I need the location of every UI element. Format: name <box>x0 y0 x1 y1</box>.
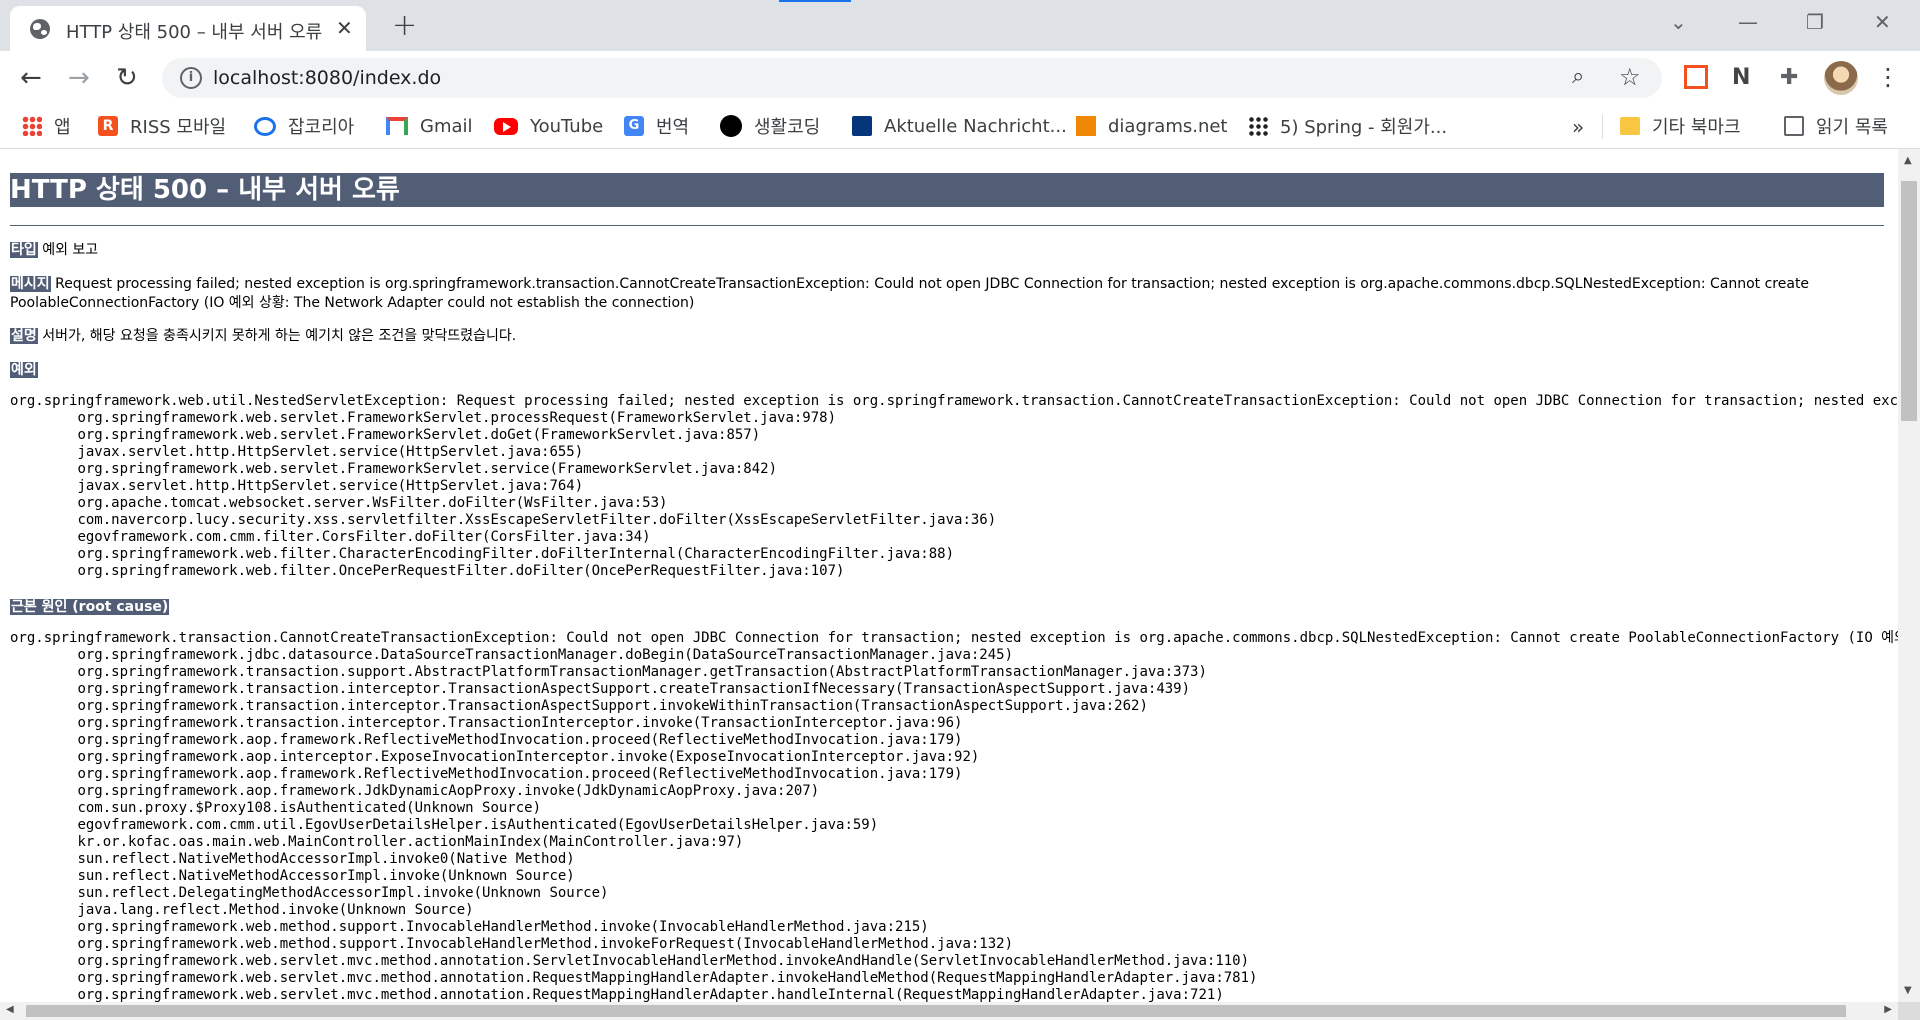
scroll-up-icon[interactable]: ▲ <box>1904 155 1912 166</box>
reading-list-icon <box>1784 116 1804 136</box>
exception-stack-trace: org.springframework.web.util.NestedServl… <box>10 393 1898 579</box>
new-tab-button[interactable]: + <box>392 8 417 43</box>
tab-search-icon[interactable]: ⌄ <box>1670 10 1687 34</box>
message-row: 메시지 Request processing failed; nested ex… <box>10 275 1884 313</box>
diagrams-icon <box>1076 116 1096 136</box>
globe-icon <box>30 19 50 39</box>
root-cause-heading: 근본 원인 (root cause) <box>10 598 170 617</box>
url-text[interactable]: localhost:8080/index.do <box>213 67 441 89</box>
scroll-right-icon[interactable]: ▶ <box>1884 1004 1892 1015</box>
reading-list-button[interactable]: 읽기 목록 <box>1784 113 1888 139</box>
type-row: 타입 예외 보고 <box>10 241 1884 260</box>
message-value: Request processing failed; nested except… <box>10 276 1810 311</box>
tab-active[interactable]: HTTP 상태 500 – 내부 서버 오류 ✕ <box>10 6 366 51</box>
back-button[interactable]: ← <box>20 63 42 93</box>
tab-strip: HTTP 상태 500 – 내부 서버 오류 ✕ + ⌄ — ❐ ✕ <box>0 0 1920 51</box>
bookmark-dw[interactable]: Aktuelle Nachricht... <box>852 113 1067 139</box>
page-content: HTTP 상태 500 – 내부 서버 오류 타입 예외 보고 메시지 Requ… <box>0 149 1898 1002</box>
horizontal-scroll-thumb[interactable] <box>26 1005 1846 1017</box>
scroll-left-icon[interactable]: ◀ <box>6 1004 14 1015</box>
youtube-icon <box>494 117 518 135</box>
horizontal-scrollbar[interactable]: ◀ ▶ <box>0 1002 1898 1020</box>
vertical-scrollbar[interactable]: ▲ ▼ <box>1898 149 1920 1002</box>
root-cause-stack-trace: org.springframework.transaction.CannotCr… <box>10 630 1898 1002</box>
tab-title: HTTP 상태 500 – 내부 서버 오류 <box>66 22 323 43</box>
type-label: 타입 <box>10 242 38 258</box>
dw-icon <box>852 116 872 136</box>
bookmark-opentutorials[interactable]: 생활코딩 <box>720 113 820 139</box>
apps-grid-icon <box>22 116 42 136</box>
chat-bubble-icon <box>254 116 276 136</box>
circle-icon <box>720 115 742 137</box>
profile-avatar[interactable] <box>1824 61 1858 95</box>
vertical-scroll-thumb[interactable] <box>1901 181 1917 421</box>
root-cause-label: 근본 원인 (root cause) <box>10 599 170 615</box>
browser-menu-icon[interactable]: ⋮ <box>1876 63 1900 91</box>
description-value: 서버가, 해당 요청을 충족시키지 못하게 하는 예기치 않은 조건을 맞닥뜨렸… <box>42 328 517 344</box>
tab-close-icon[interactable]: ✕ <box>336 16 353 40</box>
other-bookmarks-folder[interactable]: 기타 북마크 <box>1620 113 1741 139</box>
bookmark-riss[interactable]: R RISS 모바일 <box>98 113 226 139</box>
exception-heading: 예외 <box>10 361 38 380</box>
reload-button[interactable]: ↻ <box>116 63 138 93</box>
restore-button[interactable]: ❐ <box>1806 10 1824 34</box>
minimize-button[interactable]: — <box>1738 10 1758 34</box>
gmail-icon <box>386 117 408 135</box>
page-title: HTTP 상태 500 – 내부 서버 오류 <box>10 173 1884 207</box>
scroll-down-icon[interactable]: ▼ <box>1904 985 1912 996</box>
translate-icon: G <box>624 116 644 136</box>
bookmark-youtube[interactable]: YouTube <box>494 113 603 139</box>
type-value: 예외 보고 <box>42 242 99 258</box>
scrollbar-corner <box>1898 1002 1920 1020</box>
bookmark-translate[interactable]: G 번역 <box>624 113 689 139</box>
bookmark-diagrams[interactable]: diagrams.net <box>1076 113 1228 139</box>
extension-icon-n[interactable]: N <box>1732 65 1756 90</box>
browser-toolbar: ← → ↻ i localhost:8080/index.do ⌕ ☆ N ✚ … <box>0 51 1920 105</box>
description-label: 설명 <box>10 328 38 344</box>
extensions-puzzle-icon[interactable]: ✚ <box>1780 65 1804 90</box>
spring-dots-icon <box>1248 116 1268 136</box>
bookmark-apps[interactable]: 앱 <box>22 113 71 139</box>
bookmark-gmail[interactable]: Gmail <box>386 113 473 139</box>
riss-icon: R <box>98 116 118 136</box>
address-bar[interactable]: i localhost:8080/index.do ⌕ ☆ <box>162 58 1662 98</box>
close-window-button[interactable]: ✕ <box>1874 10 1891 34</box>
bookmark-star-icon[interactable]: ☆ <box>1619 63 1641 91</box>
tab-loading-indicator <box>779 0 851 2</box>
bookmarks-divider <box>1602 115 1603 139</box>
site-info-icon[interactable]: i <box>180 67 202 89</box>
more-bookmarks-button[interactable]: » <box>1572 115 1584 139</box>
forward-button[interactable]: → <box>68 63 90 93</box>
bookmarks-bar: 앱 R RISS 모바일 잡코리아 Gmail YouTube G 번역 생활코딩 … <box>0 105 1920 149</box>
bookmark-jobkorea[interactable]: 잡코리아 <box>254 113 354 139</box>
bookmark-spring[interactable]: 5) Spring - 회원가... <box>1248 113 1447 139</box>
description-row: 설명 서버가, 해당 요청을 충족시키지 못하게 하는 예기치 않은 조건을 맞… <box>10 327 1884 346</box>
zoom-icon[interactable]: ⌕ <box>1572 64 1584 89</box>
folder-icon <box>1620 117 1640 135</box>
divider-line <box>10 225 1884 226</box>
extension-icon-orange[interactable] <box>1684 65 1708 89</box>
exception-label: 예외 <box>10 362 38 378</box>
message-label: 메시지 <box>10 276 51 292</box>
